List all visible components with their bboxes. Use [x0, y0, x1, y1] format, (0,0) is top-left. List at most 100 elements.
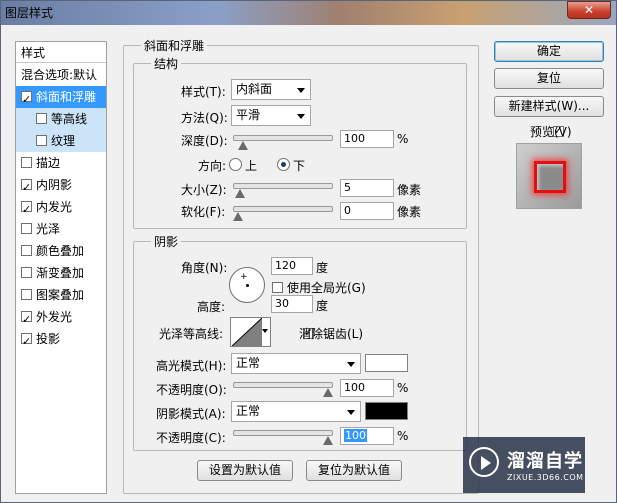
styles-list-item[interactable]: 颜色叠加: [16, 240, 106, 262]
size-label: 大小(Z):: [181, 183, 227, 197]
soften-input[interactable]: 0: [340, 202, 394, 220]
make-default-button[interactable]: 设置为默认值: [197, 460, 293, 481]
altitude-input[interactable]: 30: [271, 295, 313, 313]
direction-up-radio[interactable]: [229, 158, 242, 171]
shadow-mode-value: 正常: [236, 404, 261, 418]
styles-list-item[interactable]: 投影: [16, 328, 106, 353]
angle-unit: 度: [316, 261, 329, 275]
direction-down-radio[interactable]: [277, 158, 290, 171]
gloss-contour-picker[interactable]: [230, 317, 271, 347]
preview-square: [534, 161, 566, 193]
shadow-opacity-slider-thumb[interactable]: [323, 436, 333, 446]
soften-slider-thumb[interactable]: [233, 212, 243, 222]
style-select[interactable]: 内斜面: [231, 79, 311, 100]
style-checkbox[interactable]: [36, 135, 47, 146]
style-checkbox[interactable]: [21, 309, 32, 331]
shadow-opacity-slider-track[interactable]: [233, 430, 333, 436]
size-input[interactable]: 5: [340, 179, 394, 197]
shading-title: 阴影: [151, 233, 182, 250]
style-checkbox[interactable]: [21, 177, 32, 199]
style-checkbox[interactable]: [21, 199, 32, 221]
highlight-color-swatch[interactable]: [365, 354, 408, 372]
depth-label: 深度(D):: [181, 134, 228, 148]
style-item-label: 斜面和浮雕: [36, 90, 97, 104]
style-item-label: 投影: [36, 332, 61, 346]
new-style-button[interactable]: 新建样式(W)...: [494, 96, 604, 117]
global-light-checkbox[interactable]: [272, 282, 283, 293]
size-slider-thumb[interactable]: [234, 189, 245, 199]
shadow-opacity-input[interactable]: 100: [340, 427, 394, 445]
styles-list-item[interactable]: 混合选项:默认: [16, 64, 106, 86]
structure-title: 结构: [151, 55, 182, 72]
highlight-opacity-unit: %: [397, 381, 409, 395]
global-light-label[interactable]: 使用全局光(G): [287, 279, 366, 296]
styles-list: 样式 混合选项:默认斜面和浮雕等高线纹理描边内阴影内发光光泽颜色叠加渐变叠加图案…: [15, 41, 107, 494]
crosshair-icon: +: [240, 272, 248, 282]
style-checkbox[interactable]: [36, 113, 47, 124]
technique-select-value: 平滑: [236, 108, 261, 122]
shadow-opacity-selected-text: 100: [344, 429, 367, 442]
style-preview-thumbnail: [516, 143, 582, 209]
angle-input[interactable]: 120: [271, 257, 313, 275]
style-checkbox[interactable]: [21, 89, 32, 111]
styles-list-item[interactable]: 渐变叠加: [16, 262, 106, 284]
watermark-name: 溜溜自学: [507, 451, 583, 472]
highlight-opacity-input[interactable]: 100: [340, 379, 394, 397]
highlight-opacity-slider-thumb[interactable]: [323, 388, 333, 398]
styles-list-item[interactable]: 斜面和浮雕: [16, 86, 106, 111]
anti-alias-label[interactable]: 消除锯齿(L): [299, 325, 363, 342]
highlight-opacity-slider-track[interactable]: [233, 382, 333, 388]
depth-slider-thumb[interactable]: [238, 141, 249, 151]
styles-list-item[interactable]: 图案叠加: [16, 284, 106, 306]
style-item-label: 等高线: [51, 112, 88, 126]
title-bar[interactable]: 图层样式 ✕: [1, 1, 616, 25]
watermark: 溜溜自学 ZIXUE.3D66.COM: [463, 437, 585, 493]
close-button[interactable]: ✕: [567, 1, 611, 19]
soften-unit: 像素: [397, 205, 422, 219]
size-slider-track[interactable]: [233, 183, 333, 189]
shadow-opacity-unit: %: [397, 429, 409, 443]
styles-list-item[interactable]: 等高线: [16, 108, 106, 130]
direction-up-label[interactable]: 上: [245, 157, 257, 174]
reset-button[interactable]: 复位: [494, 68, 604, 89]
styles-list-item[interactable]: 内发光: [16, 196, 106, 221]
technique-label: 方法(Q):: [181, 111, 228, 125]
style-checkbox[interactable]: [21, 245, 32, 256]
styles-list-item[interactable]: 纹理: [16, 130, 106, 152]
highlight-mode-select[interactable]: 正常: [231, 353, 361, 374]
chevron-down-icon: [347, 410, 355, 415]
styles-header[interactable]: 样式: [16, 42, 106, 63]
style-checkbox[interactable]: [21, 331, 32, 353]
angle-dial[interactable]: +: [229, 267, 265, 303]
soften-label: 软化(F):: [181, 205, 226, 219]
style-item-label: 颜色叠加: [36, 244, 85, 258]
reset-to-default-button[interactable]: 复位为默认值: [306, 460, 402, 481]
highlight-mode-value: 正常: [236, 356, 261, 370]
style-checkbox[interactable]: [21, 289, 32, 300]
style-item-label: 内阴影: [36, 178, 73, 192]
direction-label: 方向:: [198, 159, 227, 173]
direction-down-label[interactable]: 下: [293, 157, 305, 174]
depth-input[interactable]: 100: [340, 130, 394, 148]
style-item-label: 纹理: [51, 134, 76, 148]
styles-list-item[interactable]: 描边: [16, 152, 106, 174]
chevron-down-icon: [297, 88, 305, 93]
watermark-url: ZIXUE.3D66.COM: [507, 473, 584, 482]
styles-list-item[interactable]: 光泽: [16, 218, 106, 240]
shadow-color-swatch[interactable]: [365, 402, 408, 420]
styles-list-item[interactable]: 内阴影: [16, 174, 106, 199]
contour-linear-icon: [232, 318, 262, 346]
style-checkbox[interactable]: [21, 223, 32, 234]
technique-select[interactable]: 平滑: [231, 105, 311, 126]
preview-label[interactable]: 预览(V): [530, 123, 572, 140]
style-checkbox[interactable]: [21, 267, 32, 278]
play-logo-icon: [469, 447, 499, 477]
style-item-label: 光泽: [36, 222, 61, 236]
shadow-mode-select[interactable]: 正常: [231, 401, 361, 422]
style-checkbox[interactable]: [21, 157, 32, 168]
ok-button[interactable]: 确定: [494, 41, 604, 62]
styles-list-item[interactable]: 外发光: [16, 306, 106, 331]
chevron-down-icon: [347, 362, 355, 367]
style-item-label: 混合选项:默认: [21, 68, 98, 82]
soften-slider-track[interactable]: [233, 206, 333, 212]
